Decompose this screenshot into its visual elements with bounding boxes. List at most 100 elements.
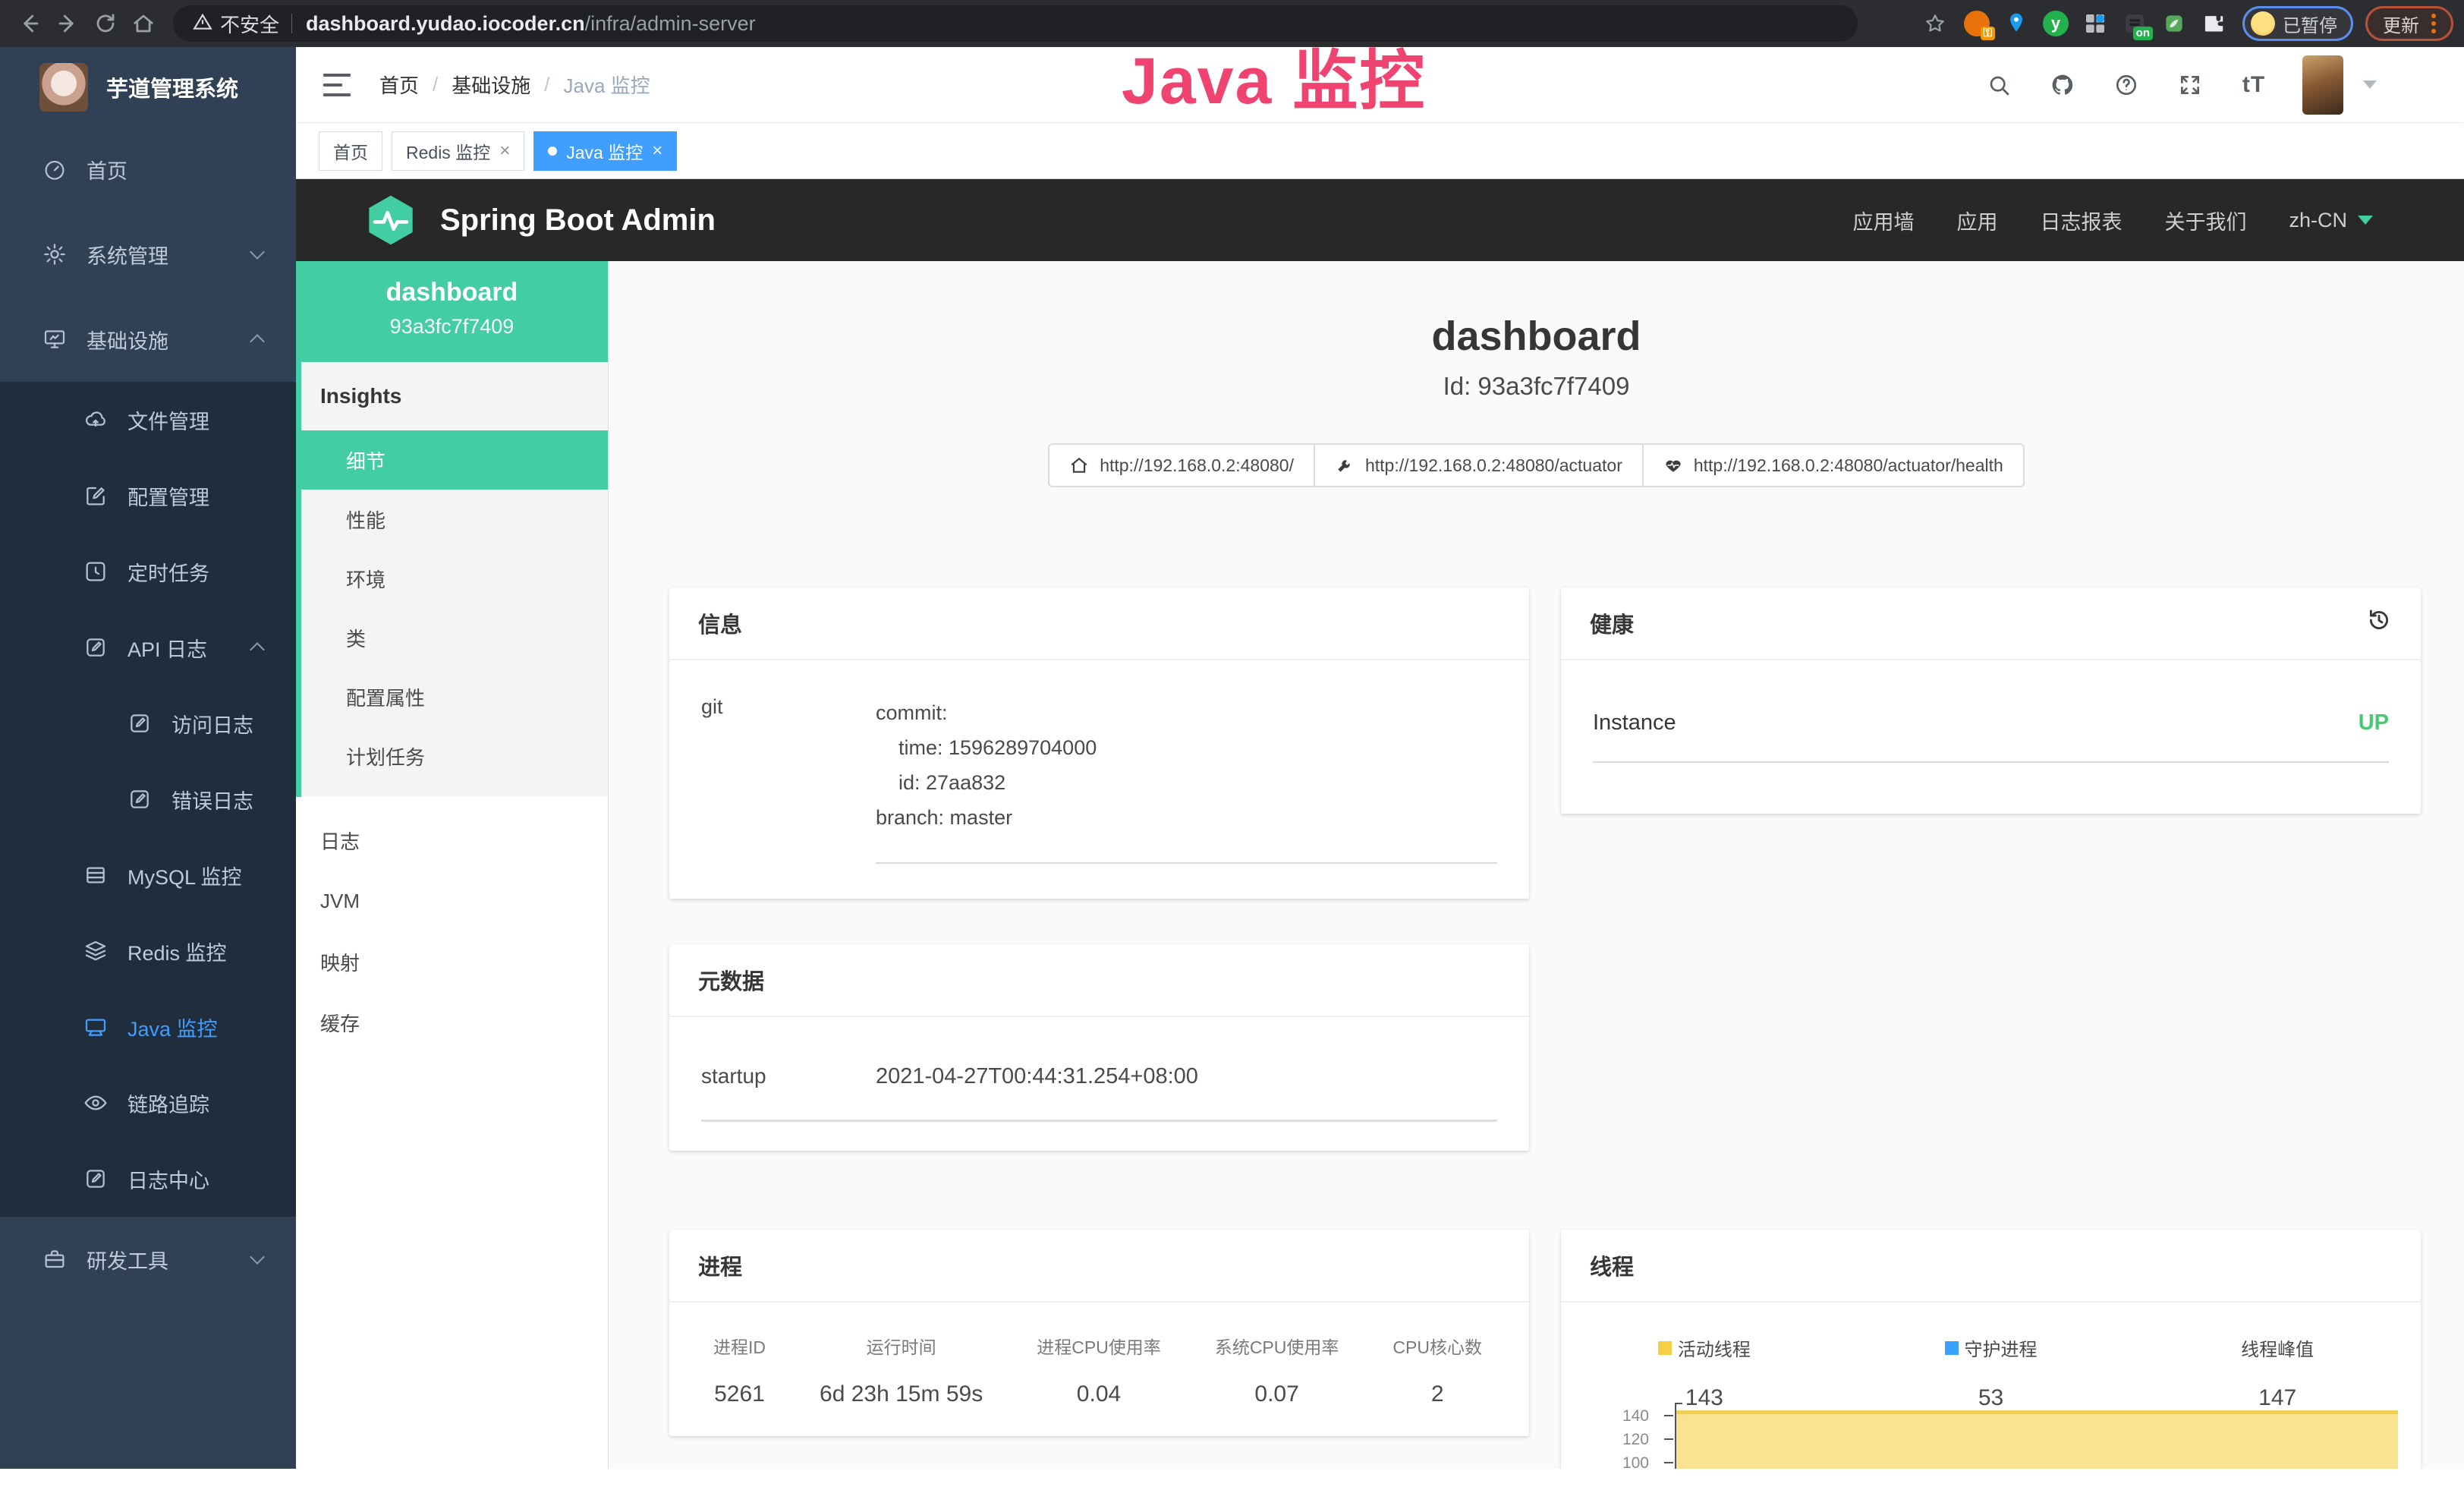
bookmark-star-icon[interactable] [1916, 5, 1954, 43]
github-icon[interactable] [2046, 68, 2079, 102]
info-card: 信息 git commit: time: 1596289704000 id: 2… [669, 587, 1529, 899]
sba-menu-logs[interactable]: 日志 [296, 810, 608, 871]
sba-nav-journal[interactable]: 日志报表 [2040, 206, 2122, 235]
sidebar-item-file-management[interactable]: 文件管理 [0, 382, 296, 458]
search-icon[interactable] [1982, 68, 2016, 102]
sidebar-item-config-management[interactable]: 配置管理 [0, 458, 296, 534]
app-logo [39, 63, 88, 112]
home-icon[interactable] [124, 5, 162, 43]
app-logo-row[interactable]: 芋道管理系统 [0, 47, 296, 127]
sidebar-item-scheduled-tasks[interactable]: 定时任务 [0, 534, 296, 610]
status-badge: UP [2359, 710, 2389, 736]
process-stat: 运行时间 6d 23h 15m 59s [820, 1333, 983, 1407]
extension-tampermonkey-icon[interactable]: on [2118, 7, 2151, 40]
extension-orange-icon[interactable]: ⚿ [1960, 7, 1994, 40]
tab-java-monitor[interactable]: Java 监控 × [533, 131, 677, 171]
sidebar-item-dev-tools[interactable]: 研发工具 [0, 1217, 296, 1302]
address-bar[interactable]: 不安全 dashboard.yudao.iocoder.cn/infra/adm… [173, 5, 1858, 42]
sidebar-item-trace[interactable]: 链路追踪 [0, 1065, 296, 1141]
y-axis-cap [1675, 1403, 1682, 1404]
breadcrumb-current: Java 监控 [564, 71, 650, 99]
sidebar-item-api-logs[interactable]: API 日志 [0, 610, 296, 685]
legend-swatch-active [1658, 1341, 1672, 1355]
history-icon[interactable] [2366, 607, 2392, 639]
extension-grid-icon[interactable] [2079, 7, 2112, 40]
briefcase-icon [42, 1247, 67, 1271]
cloud-upload-icon [83, 408, 108, 432]
sba-menu-jvm[interactable]: JVM [296, 871, 608, 931]
annotation-java-monitor: Java 监控 [1122, 27, 1426, 122]
extensions-puzzle-icon[interactable] [2197, 7, 2230, 40]
edit-icon [83, 484, 108, 508]
log-edit-icon [83, 1167, 108, 1191]
extension-y-icon[interactable]: y [2039, 7, 2072, 40]
sba-language-select[interactable]: zh-CN [2289, 209, 2373, 232]
sidebar-item-system[interactable]: 系统管理 [0, 212, 296, 297]
process-stat: 进程ID 5261 [713, 1333, 766, 1407]
fullscreen-icon[interactable] [2173, 68, 2207, 102]
sidebar-item-home[interactable]: 首页 [0, 127, 296, 212]
sba-menu-details[interactable]: 细节 [296, 430, 608, 490]
sidebar-item-java-monitor[interactable]: Java 监控 [0, 989, 296, 1065]
sidebar-item-infrastructure[interactable]: 基础设施 [0, 297, 296, 382]
sba-menu-scheduled-tasks[interactable]: 计划任务 [296, 726, 608, 786]
sba-nav-applications[interactable]: 应用 [1956, 206, 1997, 235]
close-icon[interactable]: × [652, 140, 662, 162]
endpoint-health-button[interactable]: http://192.168.0.2:48080/actuator/health [1642, 443, 2025, 487]
git-commit-time: time: 1596289704000 [876, 730, 1497, 765]
sidebar-item-error-logs[interactable]: 错误日志 [0, 761, 296, 837]
sidebar-item-redis-monitor[interactable]: Redis 监控 [0, 913, 296, 989]
help-icon[interactable] [2110, 68, 2143, 102]
process-stat: 进程CPU使用率 0.04 [1037, 1333, 1161, 1407]
endpoint-root-button[interactable]: http://192.168.0.2:48080/ [1048, 443, 1315, 487]
back-icon[interactable] [11, 5, 49, 43]
sba-menu-environment[interactable]: 环境 [296, 549, 608, 608]
user-avatar[interactable] [2302, 55, 2343, 115]
dashboard-icon [42, 157, 67, 181]
paused-label: 已暂停 [2283, 11, 2337, 37]
close-icon[interactable]: × [499, 140, 510, 162]
browser-update-button[interactable]: 更新 [2365, 6, 2453, 41]
sba-brand-title: Spring Boot Admin [440, 203, 716, 238]
sba-menu-rest: 日志 JVM 映射 缓存 [296, 796, 608, 1053]
y-tick: 140 [1561, 1407, 1649, 1425]
sba-menu-config-props[interactable]: 配置属性 [296, 667, 608, 726]
stat-value: 5261 [713, 1381, 766, 1407]
sidebar-item-mysql-monitor[interactable]: MySQL 监控 [0, 837, 296, 913]
sidebar-item-access-logs[interactable]: 访问日志 [0, 685, 296, 761]
font-size-icon[interactable]: tT [2237, 68, 2270, 102]
endpoint-actuator-button[interactable]: http://192.168.0.2:48080/actuator [1314, 443, 1644, 487]
sba-menu-metrics[interactable]: 性能 [296, 490, 608, 549]
url-host: dashboard.yudao.iocoder.cn [306, 12, 585, 36]
extension-pin-icon[interactable] [2000, 7, 2033, 40]
sba-menu-classes[interactable]: 类 [296, 608, 608, 667]
eye-icon [83, 1091, 108, 1115]
chevron-down-icon [250, 244, 265, 260]
extension-green-icon[interactable] [2157, 7, 2191, 40]
info-key: git [701, 695, 876, 864]
hamburger-icon[interactable] [323, 74, 351, 96]
sba-nav-wallboard[interactable]: 应用墙 [1852, 206, 1914, 235]
stat-label: 进程ID [713, 1333, 766, 1359]
sba-menu-mappings[interactable]: 映射 [296, 931, 608, 992]
sba-menu-caches[interactable]: 缓存 [296, 992, 608, 1053]
breadcrumb-infrastructure[interactable]: 基础设施 [452, 71, 530, 99]
metadata-row: startup 2021-04-27T00:44:31.254+08:00 [701, 1064, 1497, 1122]
profile-paused-chip[interactable]: 已暂停 [2242, 6, 2353, 41]
tab-home[interactable]: 首页 [319, 131, 382, 171]
security-warning-icon [193, 12, 212, 36]
reload-icon[interactable] [87, 5, 124, 43]
user-menu-caret-icon[interactable] [2363, 80, 2377, 89]
tab-redis-monitor[interactable]: Redis 监控 × [392, 131, 524, 171]
forward-icon[interactable] [49, 5, 87, 43]
breadcrumb-home[interactable]: 首页 [379, 71, 419, 99]
threads-area-chart: 140 120 100 [1561, 1403, 2398, 1469]
y-tick: 120 [1561, 1431, 1649, 1449]
active-threads-area [1676, 1410, 2398, 1469]
browser-menu-icon[interactable] [2431, 14, 2436, 33]
sba-nav-about[interactable]: 关于我们 [2164, 206, 2246, 235]
layers-icon [83, 939, 108, 963]
card-title: 信息 [698, 607, 742, 639]
app-title: 芋道管理系统 [106, 71, 238, 103]
sidebar-item-log-center[interactable]: 日志中心 [0, 1141, 296, 1217]
